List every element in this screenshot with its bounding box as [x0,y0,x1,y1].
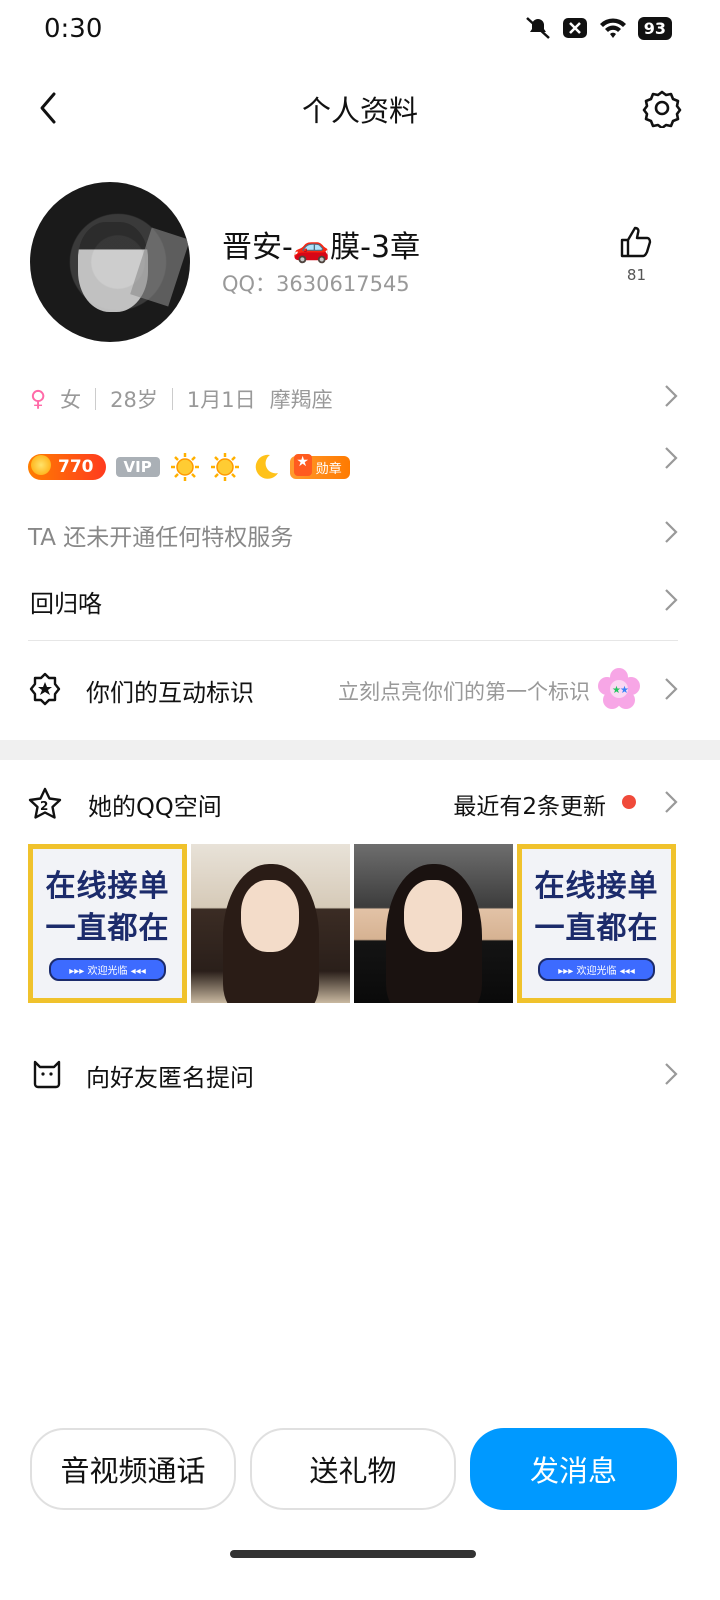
interaction-label[interactable]: 你们的互动标识 [86,673,254,708]
sun-icon [210,453,239,481]
qzone-photo[interactable]: 在线接单 一直都在 ▸▸▸ 欢迎光临 ◂◂◂ [28,844,187,1003]
chevron-right-icon[interactable] [664,677,678,701]
flower-icon: ★ ★ [598,668,640,709]
like-count: 81 [626,266,646,284]
divider [28,640,678,641]
sim-x-icon [562,18,587,38]
chevron-right-icon[interactable] [664,520,678,544]
gender: 女 [60,388,82,412]
badges-row[interactable]: 770 VIP 勋章 [28,452,350,482]
anonymous-ask-label[interactable]: 向好友匿名提问 [86,1058,254,1093]
privilege-text[interactable]: TA 还未开通任何特权服务 [28,518,293,552]
svg-text:★: ★ [620,685,629,696]
ad-text: 一直都在 [45,911,170,946]
chevron-right-icon[interactable] [664,1062,678,1086]
video-call-button[interactable]: 音视频通话 [30,1428,236,1510]
chevron-right-icon[interactable] [664,790,678,814]
settings-gear-icon[interactable] [642,88,682,128]
interaction-hint: 立刻点亮你们的第一个标识 [338,680,590,704]
signature[interactable]: 回归咯 [30,584,102,619]
unread-dot [622,795,636,809]
mute-icon [525,17,550,39]
qzone-thumbnails[interactable]: 在线接单 一直都在 ▸▸▸ 欢迎光临 ◂◂◂ 在线接单 一直都在 ▸▸▸ 欢迎光… [28,844,676,1003]
home-indicator[interactable] [230,1550,476,1558]
qq-number: QQ：3630617545 [222,272,410,296]
page-title: 个人资料 [301,94,418,128]
cat-bag-icon [33,1060,61,1089]
qzone-label[interactable]: 她的QQ空间 [88,787,222,822]
chevron-right-icon[interactable] [664,384,678,408]
send-message-button[interactable]: 发消息 [470,1428,677,1510]
ad-text: 一直都在 [534,911,659,946]
ad-pill: ▸▸▸ 欢迎光临 ◂◂◂ [49,958,166,981]
avatar[interactable] [30,182,190,342]
qzone-photo[interactable]: 在线接单 一直都在 ▸▸▸ 欢迎光临 ◂◂◂ [517,844,676,1003]
chevron-right-icon[interactable] [664,588,678,612]
moon-icon [255,454,278,479]
zodiac: 摩羯座 [269,388,333,412]
ad-text: 在线接单 [534,869,659,904]
status-time: 0:30 [44,14,103,44]
status-icons: 93 [524,16,672,40]
vip-badge: VIP [115,457,160,477]
chevron-right-icon[interactable] [664,446,678,470]
sun-icon [170,453,199,481]
divider [95,388,97,410]
send-gift-button[interactable]: 送礼物 [250,1428,456,1510]
age: 28岁 [110,388,158,412]
qzone-photo[interactable] [354,844,513,1003]
female-icon: ♀ [30,386,47,412]
ad-pill: ▸▸▸ 欢迎光临 ◂◂◂ [538,958,655,981]
svg-text:2: 2 [40,799,48,813]
battery-indicator: 93 [637,16,672,40]
divider [171,388,173,410]
level-badge: 770 [28,454,106,480]
ad-text: 在线接单 [45,869,170,904]
thumbs-up-icon[interactable] [618,224,654,260]
interaction-badge-icon [29,672,61,706]
medal-badge: 勋章 [289,453,350,479]
qzone-star-icon: 2 [28,787,62,819]
wifi-icon [599,18,626,38]
qzone-photo[interactable] [191,844,350,1003]
basic-info-row[interactable]: ♀ 女 28岁 1月1日 摩羯座 [30,384,690,414]
birthday: 1月1日 [186,388,256,412]
section-separator [0,740,720,760]
qzone-update-text: 最近有2条更新 [453,794,606,820]
nickname: 晋安-🚗膜-3章 [222,230,421,265]
